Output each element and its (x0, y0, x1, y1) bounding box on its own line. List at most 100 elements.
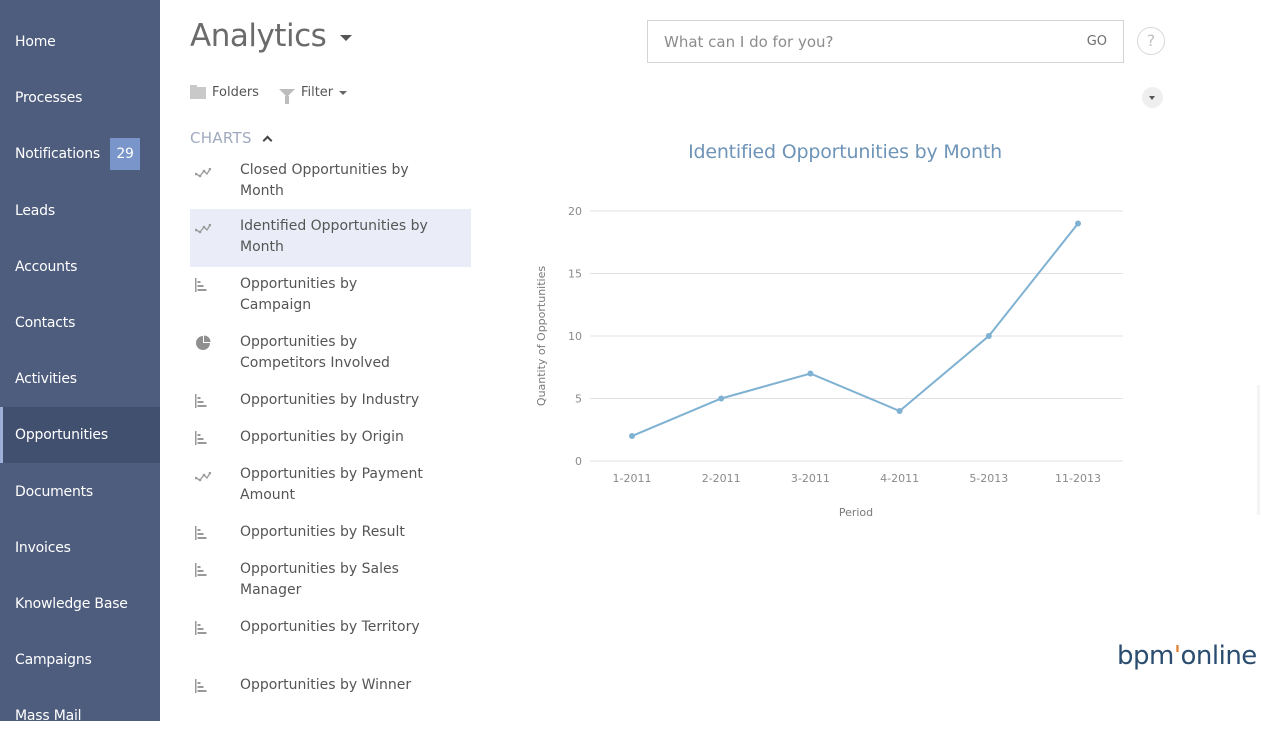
bar-chart-icon (190, 420, 240, 457)
scrollbar[interactable] (1257, 385, 1260, 515)
line-chart-icon (190, 153, 240, 209)
logo-text-prefix: bpm (1117, 641, 1174, 671)
folders-label: Folders (212, 85, 259, 100)
chart-list-item[interactable]: Opportunities by Sales Manager (190, 552, 471, 610)
data-point (629, 433, 635, 439)
pie-chart-icon (190, 325, 240, 383)
bar-chart-icon (190, 610, 240, 668)
bar-chart-icon (190, 552, 240, 610)
sidebar-item-mass-mail[interactable]: Mass Mail (0, 688, 160, 744)
logo-text-suffix: online (1180, 641, 1258, 671)
command-search-input[interactable] (664, 32, 1044, 51)
chevron-down-icon (339, 90, 348, 95)
page-title-text: Analytics (190, 18, 327, 54)
filter-icon (278, 88, 295, 104)
chart-list-item-label: Opportunities by Campaign (240, 276, 358, 313)
sidebar-item-accounts[interactable]: Accounts (0, 239, 160, 295)
line-chart-icon (190, 209, 240, 267)
data-point (718, 395, 725, 402)
sidebar-item-label: Campaigns (15, 652, 92, 669)
x-tick-label: 5-2013 (969, 472, 1008, 485)
page-title[interactable]: Analytics (190, 18, 353, 54)
sidebar-item-documents[interactable]: Documents (0, 464, 160, 520)
sidebar-item-leads[interactable]: Leads (0, 183, 160, 239)
bar-chart-icon (190, 515, 240, 552)
data-point (985, 333, 992, 339)
sidebar-item-label: Knowledge Base (15, 596, 128, 612)
sidebar-item-label: Notifications (15, 146, 101, 163)
chart-list-item-label: Opportunities by Origin (240, 429, 404, 445)
logo-dot: ' (1173, 641, 1181, 671)
sidebar-item-label: Accounts (15, 258, 78, 275)
chart-list-item-label: Opportunities by Competitors Involved (240, 334, 390, 371)
bar-chart-icon (190, 267, 240, 325)
bar-chart-icon (190, 668, 240, 705)
sidebar-item-home[interactable]: Home (0, 14, 160, 70)
sidebar-item-processes[interactable]: Processes (0, 70, 160, 126)
x-tick-label: 3-2011 (791, 472, 830, 485)
command-search-box: GO (647, 20, 1124, 63)
data-point (1075, 220, 1081, 227)
sidebar-item-contacts[interactable]: Contacts (0, 295, 160, 351)
line-chart: 0 5 10 15 20 1-2011 2-2011 3-2011 4-2011 5-2013 11… (535, 205, 1123, 519)
chevron-up-icon (262, 135, 273, 145)
collapse-toggle-button[interactable] (1142, 87, 1163, 108)
x-axis-label: Period (839, 506, 873, 519)
chart-list-item-label: Closed Opportunities by Month (240, 162, 409, 199)
bar-chart-icon (190, 383, 240, 420)
chart-list-item-label: Opportunities by Industry (240, 392, 420, 408)
y-tick-label: 5 (575, 393, 582, 406)
line-chart-icon (190, 457, 240, 515)
y-tick-label: 0 (575, 455, 582, 468)
sidebar-item-invoices[interactable]: Invoices (0, 520, 160, 576)
sidebar-item-label: Documents (15, 483, 94, 500)
sidebar-item-label: Home (15, 34, 56, 50)
sidebar-item-opportunities[interactable]: Opportunities (0, 407, 160, 464)
y-tick-label: 10 (568, 330, 582, 343)
chart-list-item-label: Opportunities by Territory (240, 619, 420, 635)
sidebar-nav: Home Processes Notifications 29 Leads Account… (0, 0, 160, 724)
sidebar-item-label: Leads (15, 202, 55, 219)
y-tick-label: 15 (568, 268, 582, 281)
chart-list-item[interactable]: Identified Opportunities by Month (190, 209, 471, 267)
chart-list-item[interactable]: Opportunities by Winner (190, 668, 471, 705)
chart-list-item[interactable]: Opportunities by Result (190, 515, 471, 552)
chart-list-item[interactable]: Closed Opportunities by Month (190, 153, 471, 209)
chart-list-item-label: Opportunities by Payment Amount (240, 466, 423, 503)
chart-list-item[interactable]: Opportunities by Payment Amount (190, 457, 471, 515)
chart-list-item-label: Opportunities by Result (240, 524, 405, 540)
notification-count-badge: 29 (110, 138, 141, 171)
x-tick-label: 2-2011 (702, 472, 741, 485)
x-tick-label: 4-2011 (880, 472, 919, 485)
go-button[interactable]: GO (1087, 34, 1107, 49)
y-tick-label: 20 (568, 205, 582, 218)
chart-list-item-label: Opportunities by Sales Manager (240, 561, 399, 598)
chart-list-item[interactable]: Opportunities by Territory (190, 610, 471, 668)
series-line (631, 222, 1079, 437)
data-point (896, 408, 903, 414)
sidebar-item-label: Contacts (15, 315, 76, 331)
charts-section-title: CHARTS (190, 129, 252, 147)
chart-list-item[interactable]: Opportunities by Origin (190, 420, 471, 457)
chart-list-item[interactable]: Opportunities by Competitors Involved (190, 325, 471, 383)
toolbar: Folders Filter (190, 84, 367, 104)
chart-list-item[interactable]: Opportunities by Industry (190, 383, 471, 420)
y-axis-label: Quantity of Opportunities (535, 266, 548, 406)
bpmonline-logo: bpm'online (1117, 641, 1257, 671)
help-button[interactable]: ? (1137, 27, 1165, 55)
chevron-down-icon[interactable] (340, 35, 353, 41)
x-tick-label: 11-2013 (1055, 472, 1101, 485)
sidebar-item-campaigns[interactable]: Campaigns (0, 632, 160, 688)
data-point (807, 370, 814, 377)
chart-list-item[interactable]: Opportunities by Campaign (190, 267, 471, 325)
sidebar-item-activities[interactable]: Activities (0, 351, 160, 407)
filter-button[interactable]: Filter (278, 85, 348, 104)
sidebar-item-label: Processes (15, 90, 83, 107)
x-tick-label: 1-2011 (613, 472, 652, 485)
sidebar-item-label: Mass Mail (15, 708, 82, 725)
sidebar-item-label: Activities (15, 371, 77, 388)
charts-section-toggle[interactable]: CHARTS (190, 129, 273, 147)
sidebar-item-knowledge-base[interactable]: Knowledge Base (0, 576, 160, 632)
sidebar-item-notifications[interactable]: Notifications 29 (0, 126, 160, 182)
folders-button[interactable]: Folders (190, 84, 259, 100)
